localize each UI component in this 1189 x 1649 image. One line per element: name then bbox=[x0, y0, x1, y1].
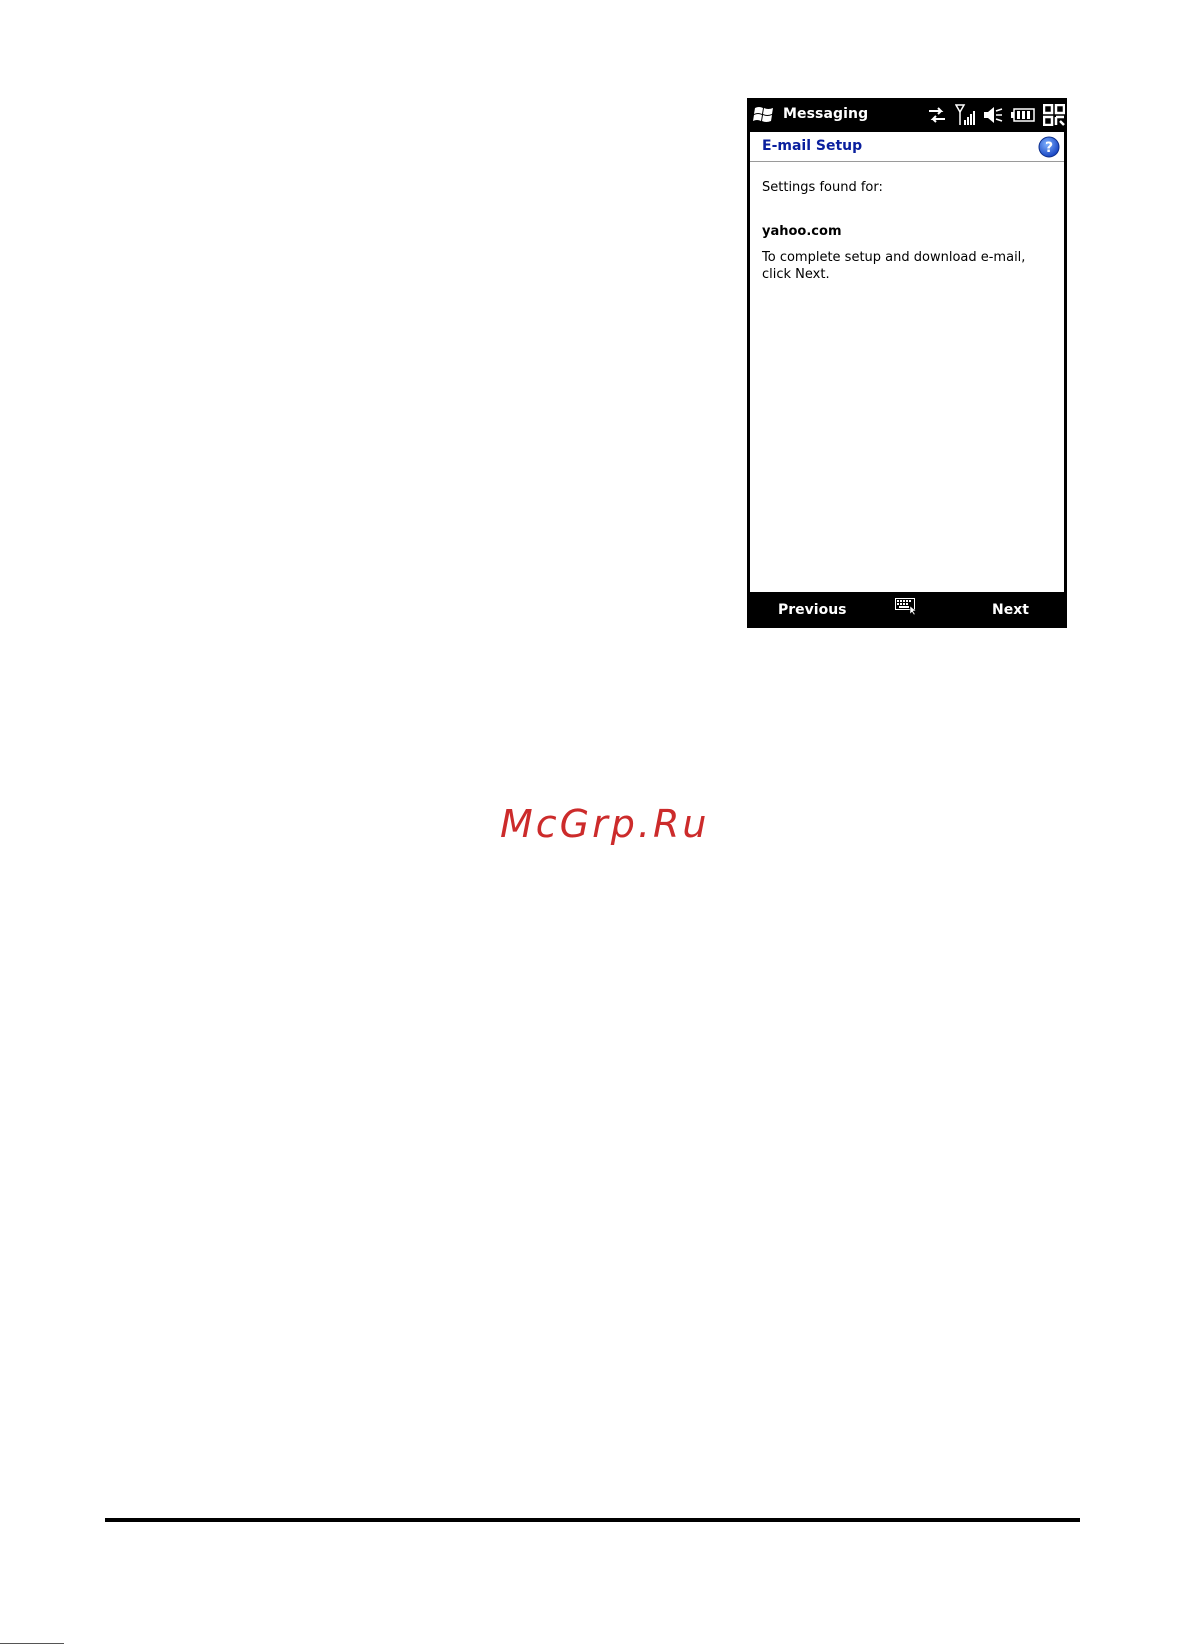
help-icon[interactable]: ? bbox=[1038, 136, 1060, 158]
softkey-bar: Previous Next bbox=[747, 592, 1067, 628]
next-button[interactable]: Next bbox=[992, 602, 1029, 618]
keyboard-icon[interactable] bbox=[895, 598, 919, 616]
instructions-text: To complete setup and download e-mail, c… bbox=[762, 250, 1026, 282]
title-bar: Messaging bbox=[747, 98, 1067, 132]
data-connection-icon bbox=[929, 107, 945, 123]
windows-start-icon[interactable] bbox=[753, 105, 775, 125]
settings-found-label: Settings found for: bbox=[762, 180, 883, 195]
edge-line bbox=[0, 1643, 64, 1644]
watermark-logo: McGrp.Ru bbox=[500, 802, 710, 846]
signal-strength-icon bbox=[955, 104, 975, 125]
page-header: E-mail Setup ? bbox=[750, 132, 1064, 162]
app-title: Messaging bbox=[783, 106, 869, 122]
battery-icon bbox=[1011, 108, 1035, 122]
previous-button[interactable]: Previous bbox=[778, 602, 847, 618]
speaker-mute-icon bbox=[984, 107, 1003, 123]
status-icons bbox=[927, 103, 1065, 127]
page-divider bbox=[105, 1518, 1080, 1522]
ok-grid-icon[interactable] bbox=[1043, 104, 1065, 126]
svg-text:?: ? bbox=[1045, 140, 1053, 156]
setup-screen: E-mail Setup ? Settings found for: yahoo… bbox=[750, 132, 1064, 592]
phone-screenshot: Messaging E-mail Setup ? Settings found … bbox=[747, 98, 1067, 628]
domain-name: yahoo.com bbox=[762, 224, 842, 239]
page-title: E-mail Setup bbox=[762, 138, 863, 154]
